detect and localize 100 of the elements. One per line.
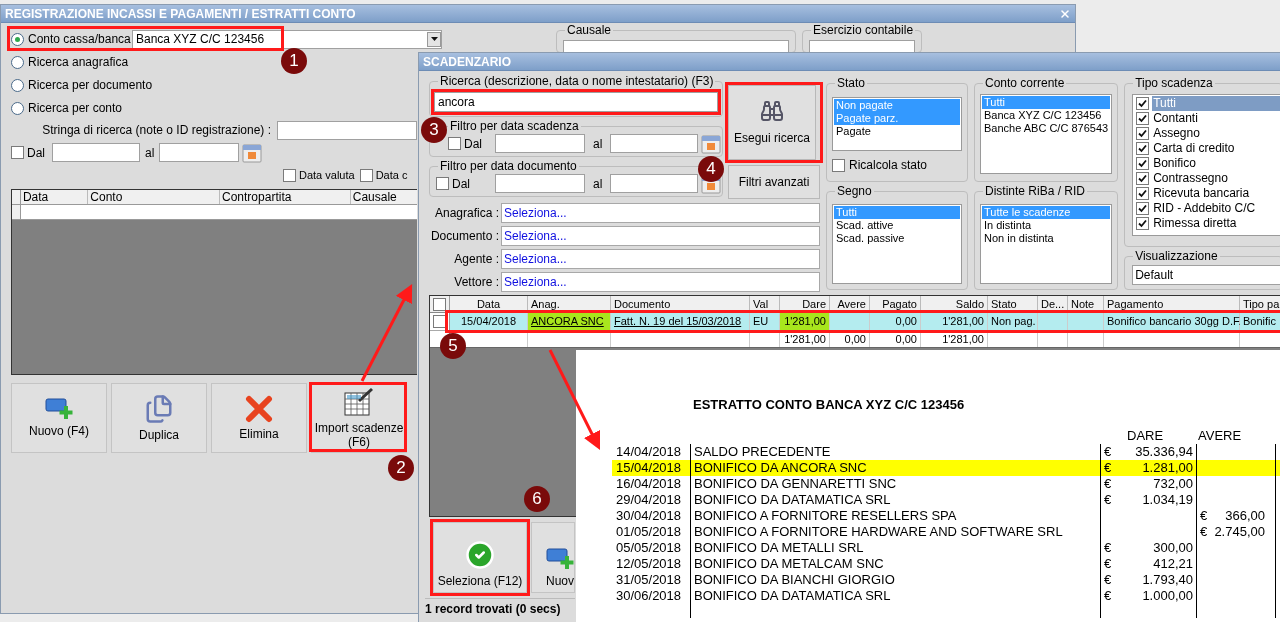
column-header[interactable]: Dare [780,296,830,312]
table-cell: 15/04/2018 [450,313,528,330]
amount-text: 732,00 [1153,476,1193,491]
date-text: 16/04/2018 [616,476,682,491]
column-header[interactable]: Saldo [921,296,988,312]
close-icon[interactable] [1059,7,1071,20]
radio-button[interactable] [11,78,24,92]
field-label: al [145,144,155,162]
date-from-field[interactable] [495,134,585,153]
radio-button[interactable] [11,32,24,46]
column-header[interactable]: Contropartita [220,190,351,204]
check-list-item[interactable]: Contrassegno [1152,171,1280,186]
total-cell: 0,00 [830,331,870,347]
checkbox[interactable] [436,177,449,190]
column-header[interactable]: Documento [611,296,750,312]
date-text: 05/05/2018 [616,540,682,555]
toolbar-button[interactable]: Nuovo (F4) [11,383,107,453]
checkbox[interactable] [1136,172,1150,185]
view-dropdown[interactable]: Default [1132,265,1280,285]
column-header[interactable]: De... [1038,296,1068,312]
search-string-field[interactable] [277,120,417,140]
check-list-item[interactable]: Assegno [1152,126,1280,141]
column-header[interactable]: Note [1068,296,1104,312]
list-item[interactable]: Scad. attive [834,219,960,232]
field-label: Vettore : [453,274,499,291]
checkbox[interactable] [283,168,296,182]
date-to-field[interactable] [610,174,699,193]
column-header[interactable]: Avere [830,296,870,312]
group-label: Segno [835,184,874,198]
checkbox[interactable] [1136,187,1150,200]
list-item[interactable]: Banca XYZ C/C 123456 [982,109,1111,122]
description-text: BONIFICO DA METALLI SRL [694,540,864,555]
search-button[interactable]: Esegui ricerca [728,85,816,160]
toolbar-button[interactable]: Elimina [211,383,307,453]
list-box[interactable]: Non pagate Pagate parz. Pagate [832,97,962,151]
field-label: Stringa di ricerca (note o ID registrazione) : [41,122,272,139]
search-field[interactable]: ancora [434,92,718,112]
checkbox[interactable] [433,297,446,311]
date-from-field[interactable] [495,174,585,193]
list-field[interactable] [809,40,915,52]
checkbox[interactable] [1136,217,1150,230]
group-label: Tipo scadenza [1133,76,1215,90]
date-to-field[interactable] [610,134,699,153]
list-box[interactable]: Tutti Scad. attive Scad. passive [832,204,962,284]
amount-text: 1.281,00 [1142,460,1193,475]
list-item[interactable]: Scad. passive [834,232,960,245]
checkbox[interactable] [11,146,24,159]
lookup-field[interactable]: Seleziona... [501,226,820,246]
check-list-item[interactable]: RID - Addebito C/C [1152,201,1280,216]
check-list-item[interactable]: Contanti [1152,111,1280,126]
toolbar-button[interactable]: Duplica [111,383,207,453]
column-header[interactable]: Data [450,296,528,312]
currency-text: € [1104,588,1112,603]
check-list-item[interactable]: Rimessa diretta [1152,216,1280,231]
check-list-item[interactable]: Bonifico [1152,156,1280,171]
list-item[interactable]: Pagate [834,125,960,138]
radio-label: Ricerca per documento [28,77,153,94]
check-list-item[interactable]: Ricevuta bancaria [1152,186,1280,201]
checkbox[interactable] [1136,97,1150,110]
description-text: BONIFICO DA GENNARETTI SNC [694,476,897,491]
list-item[interactable]: Banche ABC C/C 876543 [982,122,1111,135]
checkbox[interactable] [832,158,845,172]
lookup-field[interactable]: Seleziona... [501,249,820,269]
column-header[interactable]: Anag. [528,296,611,312]
date-text: 29/04/2018 [616,492,682,507]
checkbox[interactable] [1136,157,1150,170]
checkbox[interactable] [1136,202,1150,215]
lookup-field[interactable]: Seleziona... [501,272,820,292]
toolbar-button[interactable]: Nuov [531,522,575,593]
total-cell: 0,00 [870,331,921,347]
date-text: 12/05/2018 [616,556,682,571]
column-header[interactable]: Stato [988,296,1038,312]
checkbox[interactable] [1136,112,1150,125]
dropdown-caret-icon[interactable] [427,31,441,47]
date-to-field[interactable] [159,143,240,162]
check-list-item[interactable]: Carta di credito [1152,141,1280,156]
column-header[interactable]: Val [750,296,780,312]
date-from-field[interactable] [52,143,140,162]
column-header[interactable]: Tipo pa [1240,296,1280,312]
list-item[interactable]: Non in distinta [982,232,1111,245]
column-header[interactable]: Conto [88,190,220,204]
advanced-filters-button[interactable]: Filtri avanzati [728,165,820,199]
toolbar-button[interactable]: Seleziona (F12) [433,522,527,593]
radio-button[interactable] [11,55,24,69]
statement-title: ESTRATTO CONTO BANCA XYZ C/C 123456 [693,397,966,413]
account-dropdown[interactable]: Banca XYZ C/C 123456 [132,29,442,49]
column-header[interactable]: Data [20,190,89,204]
lookup-field[interactable]: Seleziona... [501,203,820,223]
list-box[interactable]: Tutte le scadenze In distinta Non in distinta [980,204,1113,284]
column-header[interactable]: Pagato [870,296,921,312]
list-box[interactable]: Tutti Banca XYZ C/C 123456 Banche ABC C/C 876543 [980,94,1113,174]
list-item[interactable]: In distinta [982,219,1111,232]
checkbox[interactable] [1136,142,1150,155]
checkbox[interactable] [359,168,373,182]
checkbox[interactable] [448,137,461,150]
list-field[interactable] [563,40,789,52]
column-header[interactable]: Pagamento [1104,296,1240,312]
radio-button[interactable] [11,101,24,115]
checkbox[interactable] [1136,127,1150,140]
amount-text: 366,00 [1225,508,1265,523]
